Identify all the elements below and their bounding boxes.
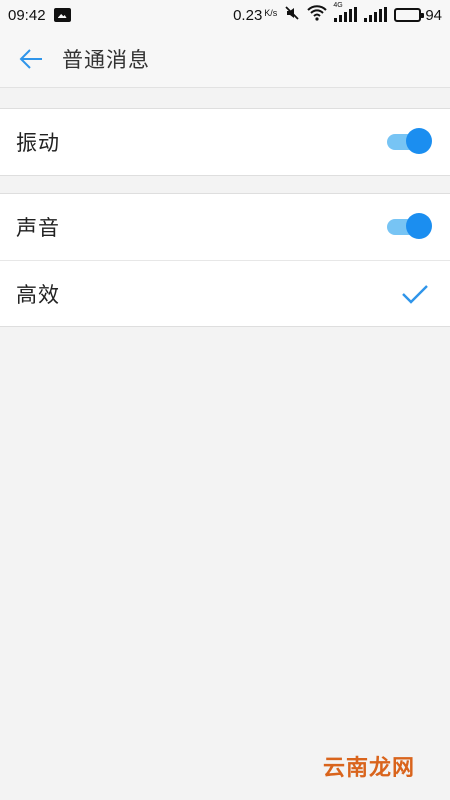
signal-icon xyxy=(364,7,388,22)
sound-toggle[interactable] xyxy=(386,213,432,241)
app-bar: 普通消息 xyxy=(0,30,450,88)
mute-icon xyxy=(284,5,300,25)
checkmark-icon xyxy=(398,280,432,308)
vibration-group: 振动 xyxy=(0,108,450,176)
watermark: 云南龙网 xyxy=(322,756,415,781)
battery: 94 xyxy=(394,7,442,24)
status-left: 09:42 xyxy=(8,7,71,24)
arrow-left-icon xyxy=(19,48,42,69)
status-right: 0.23 K/s 4G 94 xyxy=(233,2,442,25)
network-speed-value: 0.23 xyxy=(233,6,263,24)
gallery-icon xyxy=(53,8,71,22)
efficient-label: 高效 xyxy=(16,282,60,307)
back-button[interactable] xyxy=(0,30,62,88)
wifi-icon xyxy=(307,5,328,25)
page-title: 普通消息 xyxy=(62,47,150,72)
sound-group: 声音 高效 xyxy=(0,193,450,327)
network-speed: 0.23 K/s xyxy=(233,7,277,24)
toggle-knob xyxy=(406,128,432,154)
signal-icon: 4G xyxy=(333,2,358,22)
vibration-toggle[interactable] xyxy=(386,128,432,156)
battery-level: 94 xyxy=(425,6,442,24)
battery-icon xyxy=(394,8,425,22)
status-bar: 09:42 0.23 K/s 4G 94 xyxy=(0,0,450,30)
network-type-label: 4G xyxy=(333,2,343,9)
vibration-row[interactable]: 振动 xyxy=(0,109,450,175)
toggle-knob xyxy=(406,213,432,239)
sound-label: 声音 xyxy=(16,216,60,240)
network-speed-unit: K/s xyxy=(264,7,278,18)
sound-row[interactable]: 声音 xyxy=(0,194,450,260)
efficient-row[interactable]: 高效 xyxy=(0,260,450,326)
clock: 09:42 xyxy=(8,6,46,24)
vibration-label: 振动 xyxy=(16,131,60,155)
